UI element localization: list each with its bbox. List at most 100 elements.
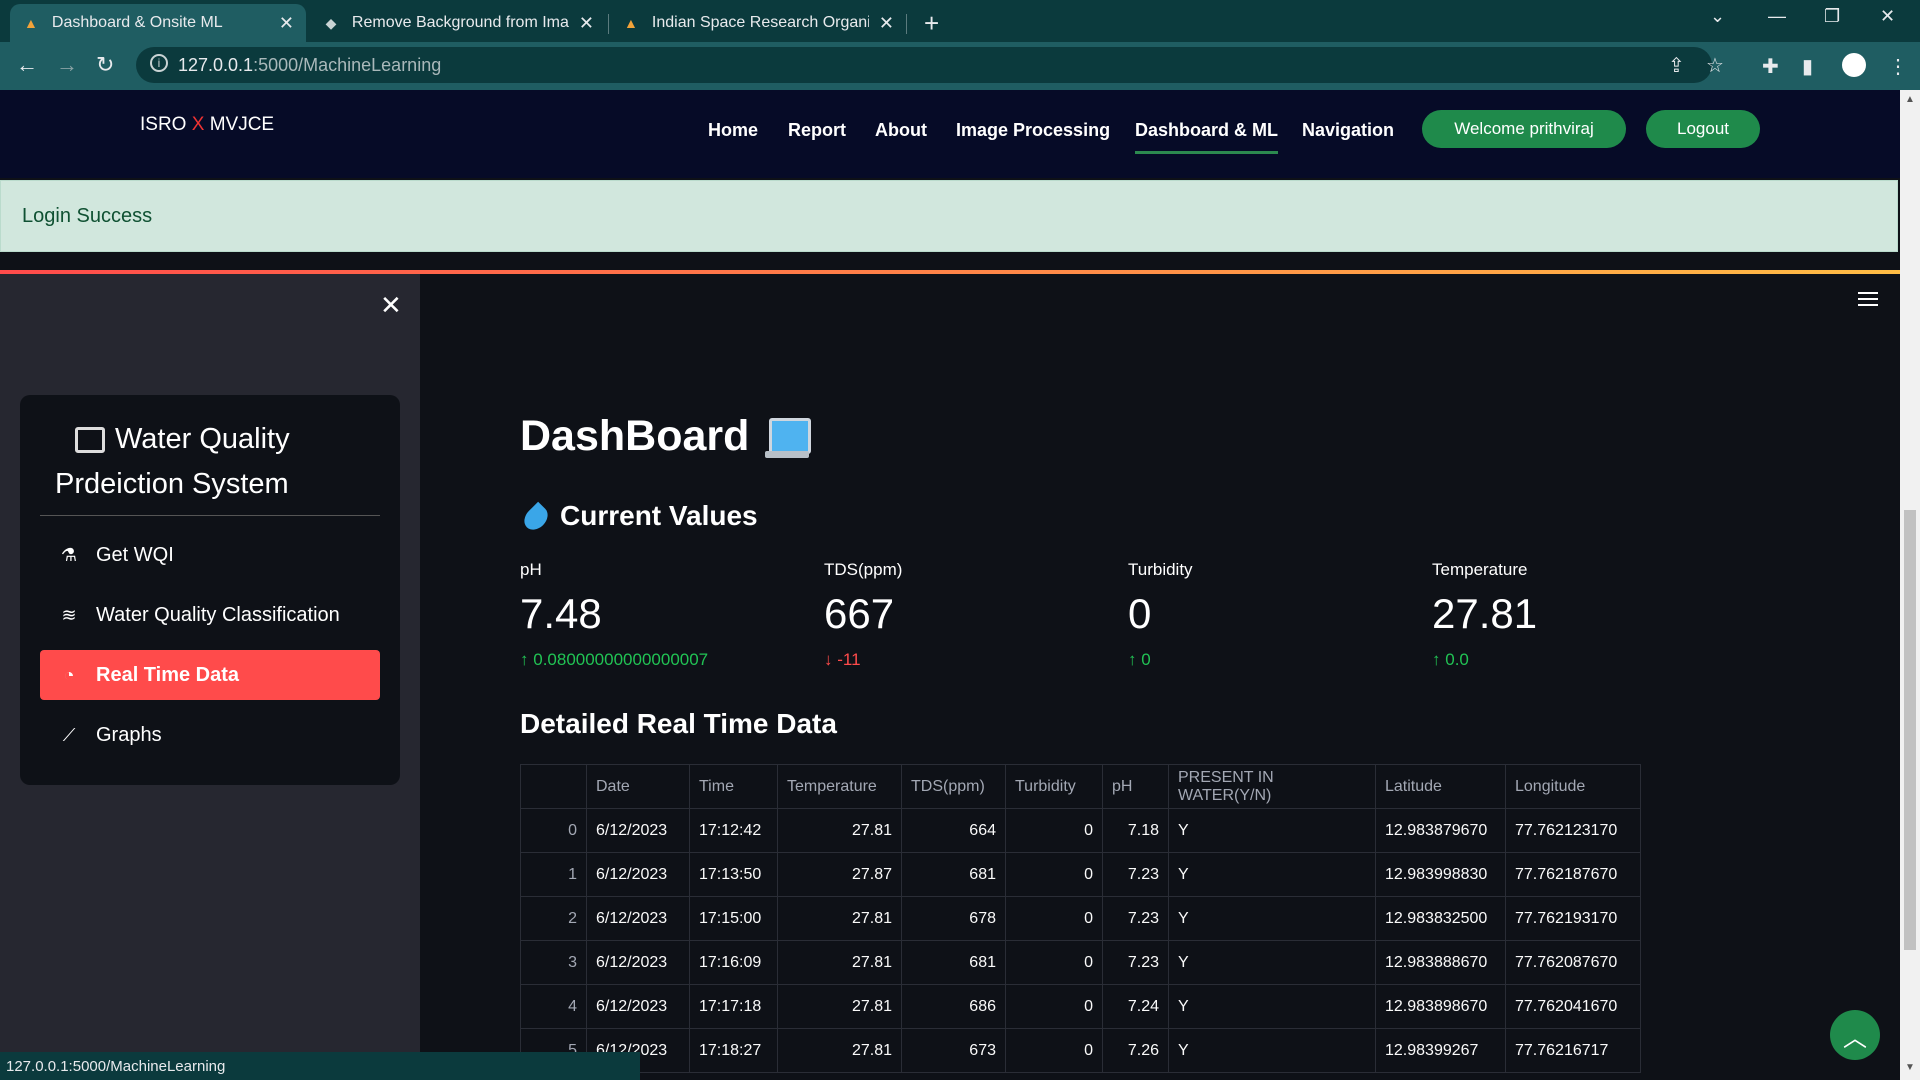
bookmark-star-icon[interactable]: ☆ [1706, 53, 1724, 78]
table-row[interactable]: 5 6/12/2023 17:18:27 27.81 673 0 7.26 Y 12.98399… [520, 1028, 1641, 1073]
flask-icon: ⚗ [60, 544, 78, 565]
table-cell: Y [1168, 896, 1376, 941]
chevron-up-icon: ︿ [1843, 1024, 1867, 1052]
scrollbar-thumb[interactable] [1904, 510, 1916, 950]
site-info-icon[interactable]: i [150, 54, 168, 72]
table-row[interactable]: 3 6/12/2023 17:16:09 27.81 681 0 7.23 Y 12.98388… [520, 940, 1641, 985]
browser-tab-dashboard[interactable]: ▲ Dashboard & Onsite ML ✕ [10, 4, 306, 42]
profile-avatar-icon[interactable] [1842, 53, 1866, 77]
side-panel-icon[interactable]: ▮ [1802, 54, 1813, 79]
table-cell: 12.983832500 [1375, 896, 1506, 941]
table-cell: 27.81 [777, 808, 902, 853]
metric-ph: pH 7.48 ↑ 0.08000000000000007 [520, 560, 820, 670]
sidebar-title: Water Quality Prdeiction System [55, 417, 385, 507]
table-cell: 6/12/2023 [586, 852, 690, 897]
table-cell: 77.762193170 [1505, 896, 1641, 941]
scroll-down-icon[interactable]: ▼ [1905, 1062, 1915, 1073]
column-header-present[interactable]: PRESENT IN WATER(Y/N) [1168, 764, 1376, 809]
column-header-index[interactable] [520, 764, 587, 809]
sidebar-item-real-time-data[interactable]: ◔ Real Time Data [40, 650, 380, 700]
sidebar-item-water-quality-classification[interactable]: ≋ Water Quality Classification [40, 590, 380, 640]
logout-button[interactable]: Logout [1646, 110, 1760, 148]
share-icon[interactable]: ⇪ [1668, 53, 1685, 78]
table-row[interactable]: 4 6/12/2023 17:17:18 27.81 686 0 7.24 Y 12.98389… [520, 984, 1641, 1029]
table-cell: 17:16:09 [689, 940, 778, 985]
welcome-button[interactable]: Welcome prithviraj [1422, 110, 1626, 148]
browser-tab-remove-bg[interactable]: ◆ Remove Background from Image ✕ [310, 4, 606, 42]
nav-link-about[interactable]: About [875, 120, 927, 141]
close-sidebar-icon[interactable]: ✕ [380, 290, 402, 321]
table-cell: 0 [520, 808, 587, 853]
table-cell: 673 [901, 1028, 1006, 1073]
column-header-longitude[interactable]: Longitude [1505, 764, 1641, 809]
metric-tds: TDS(ppm) 667 ↓ -11 [824, 560, 1124, 670]
scroll-to-top-button[interactable]: ︿ [1830, 1010, 1880, 1060]
browser-toolbar: ← → ↻ i 127.0.0.1:5000/MachineLearning ⇪… [0, 42, 1920, 90]
table-cell: Y [1168, 1028, 1376, 1073]
minimize-icon[interactable]: — [1768, 6, 1786, 27]
new-tab-icon[interactable]: + [924, 8, 939, 39]
table-cell: 3 [520, 940, 587, 985]
page-title-text: DashBoard [520, 412, 750, 460]
table-row[interactable]: 0 6/12/2023 17:12:42 27.81 664 0 7.18 Y 12.98387… [520, 808, 1641, 853]
nav-link-image-processing[interactable]: Image Processing [956, 120, 1110, 141]
sidebar-item-get-wqi[interactable]: ⚗ Get WQI [40, 530, 380, 580]
table-header-row: Date Time Temperature TDS(ppm) Turbidity… [520, 764, 1641, 809]
column-header-date[interactable]: Date [586, 764, 690, 809]
close-tab-icon[interactable]: ✕ [279, 13, 294, 34]
table-cell: 7.18 [1102, 808, 1169, 853]
close-tab-icon[interactable]: ✕ [879, 13, 894, 34]
nav-link-report[interactable]: Report [788, 120, 846, 141]
url-path: :5000/MachineLearning [253, 55, 442, 75]
extensions-puzzle-icon[interactable]: ✚ [1762, 54, 1779, 79]
current-values-text: Current Values [560, 500, 758, 531]
sidebar-menu-card: Water Quality Prdeiction System ⚗ Get WQ… [20, 395, 400, 785]
table-cell: 77.762123170 [1505, 808, 1641, 853]
tab-separator [608, 14, 609, 34]
table-cell: 0 [1005, 808, 1103, 853]
table-cell: 17:15:00 [689, 896, 778, 941]
restore-icon[interactable]: ❐ [1824, 6, 1840, 27]
list-icon [75, 427, 105, 454]
address-bar[interactable]: i 127.0.0.1:5000/MachineLearning ⇪ ☆ [136, 47, 1724, 83]
table-cell: 12.98399267 [1375, 1028, 1506, 1073]
table-cell: 12.983898670 [1375, 984, 1506, 1029]
login-success-alert: Login Success [0, 180, 1898, 252]
column-header-time[interactable]: Time [689, 764, 778, 809]
table-cell: 17:17:18 [689, 984, 778, 1029]
column-header-temperature[interactable]: Temperature [777, 764, 902, 809]
table-row[interactable]: 2 6/12/2023 17:15:00 27.81 678 0 7.23 Y 12.98383… [520, 896, 1641, 941]
laptop-icon [765, 417, 812, 460]
column-header-latitude[interactable]: Latitude [1375, 764, 1506, 809]
sidebar-item-label: Get WQI [96, 543, 174, 566]
table-cell: Y [1168, 940, 1376, 985]
metric-delta: ↓ -11 [824, 650, 1124, 670]
close-window-icon[interactable]: ✕ [1880, 6, 1895, 27]
hamburger-menu-icon[interactable] [1858, 292, 1878, 306]
brand-logo[interactable]: ISRO X MVJCE [140, 114, 274, 136]
nav-link-dashboard-ml[interactable]: Dashboard & ML [1135, 120, 1279, 154]
column-header-turbidity[interactable]: Turbidity [1005, 764, 1103, 809]
back-arrow-icon[interactable]: ← [16, 52, 38, 78]
detailed-data-heading: Detailed Real Time Data [520, 708, 837, 739]
arrow-up-icon: ↑ [1432, 650, 1441, 669]
reload-icon[interactable]: ↻ [96, 52, 114, 78]
tab-search-chevron-icon[interactable]: ⌄ [1710, 6, 1725, 27]
sidebar-item-graphs[interactable]: ⟋ Graphs [40, 710, 380, 760]
scroll-up-icon[interactable]: ▲ [1905, 94, 1915, 105]
metric-turbidity: Turbidity 0 ↑ 0 [1128, 560, 1428, 670]
forward-arrow-icon[interactable]: → [56, 52, 78, 78]
nav-link-home[interactable]: Home [708, 120, 758, 141]
sidebar-item-label: Water Quality Classification [96, 603, 340, 626]
kebab-menu-icon[interactable]: ⋮ [1888, 54, 1908, 79]
browser-tab-isro[interactable]: ▲ Indian Space Research Organisati ✕ [610, 4, 906, 42]
close-tab-icon[interactable]: ✕ [579, 13, 594, 34]
column-header-ph[interactable]: pH [1102, 764, 1169, 809]
nav-link-navigation[interactable]: Navigation [1302, 120, 1394, 141]
metric-value: 7.48 [520, 590, 602, 637]
table-cell: 0 [1005, 984, 1103, 1029]
table-row[interactable]: 1 6/12/2023 17:13:50 27.87 681 0 7.23 Y 12.98399… [520, 852, 1641, 897]
page-scrollbar[interactable]: ▲ ▼ [1900, 90, 1920, 1080]
column-header-tds[interactable]: TDS(ppm) [901, 764, 1006, 809]
real-time-data-table[interactable]: Date Time Temperature TDS(ppm) Turbidity… [520, 764, 1641, 1073]
